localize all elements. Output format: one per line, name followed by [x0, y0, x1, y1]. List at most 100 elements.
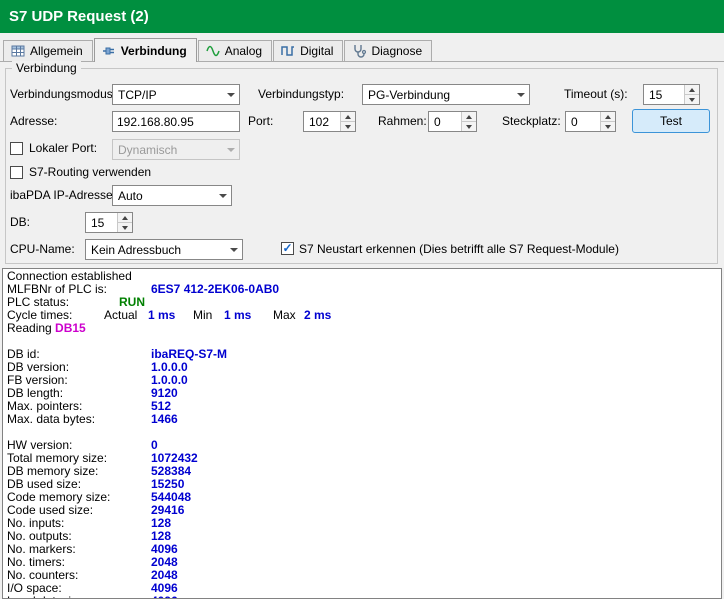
console-line: Local datasize:4096	[7, 595, 721, 599]
verbindungstyp-value: PG-Verbindung	[368, 87, 451, 102]
console-text: Connection established	[7, 269, 132, 283]
db-input[interactable]: 15	[85, 212, 133, 233]
console-text: 6ES7 412-2EK06-0AB0	[151, 282, 280, 296]
console-text: 4096	[151, 594, 178, 599]
console-text: DB15	[55, 321, 86, 335]
spin-up-button[interactable]	[118, 213, 132, 222]
cpu-name-select[interactable]: Kein Adressbuch	[85, 239, 243, 260]
console-text: 512	[151, 399, 172, 413]
spinner-buttons	[117, 213, 132, 232]
test-button[interactable]: Test	[632, 109, 710, 133]
tab-diagnose[interactable]: Diagnose	[344, 40, 433, 61]
console-text: Actual	[104, 308, 138, 322]
console-line: MLFBNr of PLC is: 6ES7 412-2EK06-0AB0	[7, 283, 721, 296]
console-text: Max	[273, 308, 296, 322]
console-text: 1.0.0.0	[151, 360, 188, 374]
console-text: 128	[151, 516, 172, 530]
spin-down-button[interactable]	[118, 222, 132, 232]
console-line: DB id: ibaREQ-S7-M	[7, 348, 721, 361]
spin-down-button[interactable]	[601, 121, 615, 131]
tab-bar: Allgemein Verbindung Analog Digital Diag…	[0, 38, 724, 62]
console-line: I/O space: 4096	[7, 582, 721, 595]
cpu-name-label: CPU-Name:	[10, 242, 75, 256]
tab-analog[interactable]: Analog	[197, 40, 273, 61]
connection-group-title: Verbindung	[12, 61, 81, 75]
steckplatz-label: Steckplatz:	[502, 114, 561, 128]
lokaler-port-checkbox[interactable]	[10, 142, 23, 155]
console-text: 4096	[151, 542, 178, 556]
tab-verbindung[interactable]: Verbindung	[93, 38, 197, 62]
cpu-name-value: Kein Adressbuch	[91, 242, 182, 257]
title-bar: S7 UDP Request (2)	[0, 0, 724, 33]
timeout-label: Timeout (s):	[564, 87, 628, 101]
ibapda-ip-select[interactable]: Auto	[112, 185, 232, 206]
spinner-buttons	[600, 112, 615, 131]
verbindungsmodus-label: Verbindungsmodus:	[10, 87, 117, 101]
connector-icon	[102, 44, 116, 58]
console-text: 128	[151, 529, 172, 543]
stethoscope-icon	[352, 44, 367, 58]
timeout-input[interactable]: 15	[643, 84, 700, 105]
rahmen-value: 0	[434, 115, 441, 129]
console-line: No. inputs: 128	[7, 517, 721, 530]
ibapda-ip-value: Auto	[118, 188, 143, 203]
adresse-label: Adresse:	[10, 114, 58, 128]
chevron-down-icon	[214, 186, 231, 205]
spin-up-button[interactable]	[462, 112, 476, 121]
console-text: 2 ms	[304, 308, 332, 322]
console-text: 544048	[151, 490, 192, 504]
spin-up-button[interactable]	[341, 112, 355, 121]
console-line: HW version: 0	[7, 439, 721, 452]
console-text: 1 ms	[148, 308, 176, 322]
console-text: Reading	[7, 321, 56, 335]
console-text: ibaREQ-S7-M	[151, 347, 228, 361]
lokaler-port-select[interactable]: Dynamisch	[112, 139, 240, 160]
s7-routing-checkbox[interactable]	[10, 166, 23, 179]
spin-down-button[interactable]	[685, 94, 699, 104]
verbindungstyp-label: Verbindungstyp:	[258, 87, 345, 101]
verbindungstyp-select[interactable]: PG-Verbindung	[362, 84, 530, 105]
port-label: Port:	[248, 114, 274, 128]
rahmen-input[interactable]: 0	[428, 111, 477, 132]
adresse-input[interactable]	[112, 111, 240, 132]
console-line: No. timers: 2048	[7, 556, 721, 569]
console-line: Max. data bytes: 1466	[7, 413, 721, 426]
steckplatz-input[interactable]: 0	[565, 111, 616, 132]
console-line: Connection established	[7, 270, 721, 283]
spin-up-button[interactable]	[601, 112, 615, 121]
port-input[interactable]: 102	[303, 111, 356, 132]
chevron-down-icon	[222, 85, 239, 104]
chevron-down-icon	[225, 240, 242, 259]
s7-neustart-checkbox[interactable]: ✓	[281, 242, 294, 255]
console-text: 29416	[151, 503, 185, 517]
ibapda-ip-label: ibaPDA IP-Adresse:	[10, 188, 117, 202]
console-line: No. counters: 2048	[7, 569, 721, 582]
console-text: Min	[193, 308, 213, 322]
console-text: 2048	[151, 568, 178, 582]
rahmen-label: Rahmen:	[378, 114, 427, 128]
spin-down-button[interactable]	[341, 121, 355, 131]
port-value: 102	[309, 115, 330, 129]
spin-up-button[interactable]	[685, 85, 699, 94]
tab-allgemein[interactable]: Allgemein	[3, 40, 93, 61]
chevron-down-icon	[222, 140, 239, 159]
console-line: Code memory size: 544048	[7, 491, 721, 504]
console-line: No. markers: 4096	[7, 543, 721, 556]
tab-digital[interactable]: Digital	[273, 40, 344, 61]
console-text: 15250	[151, 477, 185, 491]
analog-wave-icon	[205, 44, 220, 58]
tab-label-diagnose: Diagnose	[371, 44, 423, 58]
verbindungsmodus-select[interactable]: TCP/IP	[112, 84, 240, 105]
console-text: 0	[151, 438, 158, 452]
tab-label-allgemein: Allgemein	[30, 44, 83, 58]
digital-wave-icon	[281, 44, 295, 58]
console-line: DB used size: 15250	[7, 478, 721, 491]
lokaler-port-value: Dynamisch	[118, 142, 178, 157]
console-text: Local datasize:	[7, 595, 151, 599]
tab-label-digital: Digital	[300, 44, 334, 58]
console-line: DB length: 9120	[7, 387, 721, 400]
console-line: FB version: 1.0.0.0	[7, 374, 721, 387]
spin-down-button[interactable]	[462, 121, 476, 131]
